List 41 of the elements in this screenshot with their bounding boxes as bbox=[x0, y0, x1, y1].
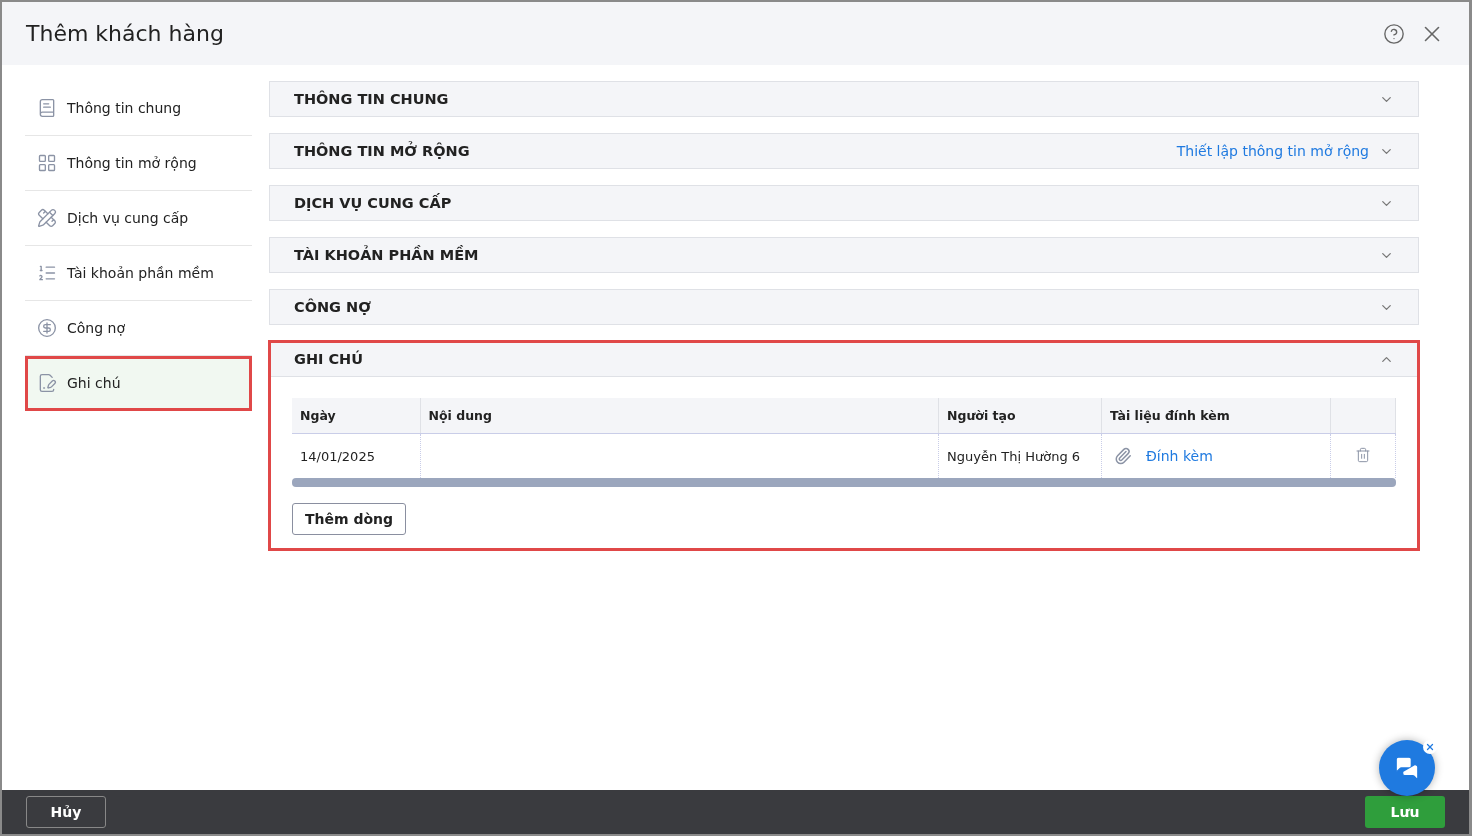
attach-link[interactable]: Đính kèm bbox=[1146, 448, 1213, 464]
section-header[interactable]: THÔNG TIN CHUNG bbox=[270, 82, 1418, 117]
numbered-list-icon bbox=[37, 263, 57, 283]
sidebar-item-label: Thông tin mở rộng bbox=[67, 155, 197, 171]
delete-icon[interactable] bbox=[1355, 446, 1371, 463]
column-header: Người tạo bbox=[938, 398, 1102, 434]
chat-button[interactable] bbox=[1379, 740, 1435, 796]
grid-icon bbox=[37, 153, 57, 173]
scrollbar[interactable] bbox=[292, 478, 1396, 487]
section-title: DỊCH VỤ CUNG CẤP bbox=[294, 195, 453, 211]
close-icon[interactable] bbox=[1425, 742, 1435, 752]
column-header: Ngày bbox=[292, 398, 420, 434]
section-header[interactable]: THÔNG TIN MỞ RỘNG Thiết lập thông tin mở rộng bbox=[270, 134, 1418, 169]
sidebar-item-label: Công nợ bbox=[67, 320, 125, 336]
section-header[interactable]: GHI CHÚ bbox=[270, 342, 1418, 377]
window-title: Thêm khách hàng bbox=[26, 21, 224, 46]
section-title: CÔNG NỢ bbox=[294, 299, 372, 315]
sidebar-item-label: Dịch vụ cung cấp bbox=[67, 210, 189, 226]
notebook-icon bbox=[37, 98, 57, 118]
add-row-button[interactable]: Thêm dòng bbox=[292, 503, 407, 535]
paperclip-icon bbox=[1114, 447, 1132, 465]
settings-link[interactable]: Thiết lập thông tin mở rộng bbox=[1176, 143, 1369, 159]
note-edit-icon bbox=[37, 373, 57, 393]
sidebar-item-label: Thông tin chung bbox=[67, 100, 182, 116]
pencil-ruler-icon bbox=[37, 208, 57, 228]
sidebar-item-label: Tài khoản phần mềm bbox=[67, 265, 214, 281]
section-title: GHI CHÚ bbox=[294, 351, 365, 367]
section-header[interactable]: CÔNG NỢ bbox=[270, 290, 1418, 325]
section-header[interactable]: DỊCH VỤ CUNG CẤP bbox=[270, 186, 1418, 221]
help-icon[interactable] bbox=[1383, 22, 1405, 45]
sidebar-item[interactable]: Ghi chú bbox=[25, 356, 252, 411]
section-title: THÔNG TIN CHUNG bbox=[294, 91, 450, 107]
section-title: THÔNG TIN MỞ RỘNG bbox=[294, 143, 471, 159]
sidebar-item-label: Ghi chú bbox=[67, 375, 121, 391]
column-header: Tài liệu đính kèm bbox=[1101, 398, 1331, 434]
dollar-icon bbox=[37, 318, 57, 338]
section-header[interactable]: TÀI KHOẢN PHẦN MỀM bbox=[270, 238, 1418, 273]
chat-bubbles-icon bbox=[1394, 755, 1420, 781]
cancel-button[interactable]: Hủy bbox=[26, 796, 106, 828]
section-title: TÀI KHOẢN PHẦN MỀM bbox=[294, 247, 480, 263]
column-header: Nội dung bbox=[420, 398, 939, 434]
